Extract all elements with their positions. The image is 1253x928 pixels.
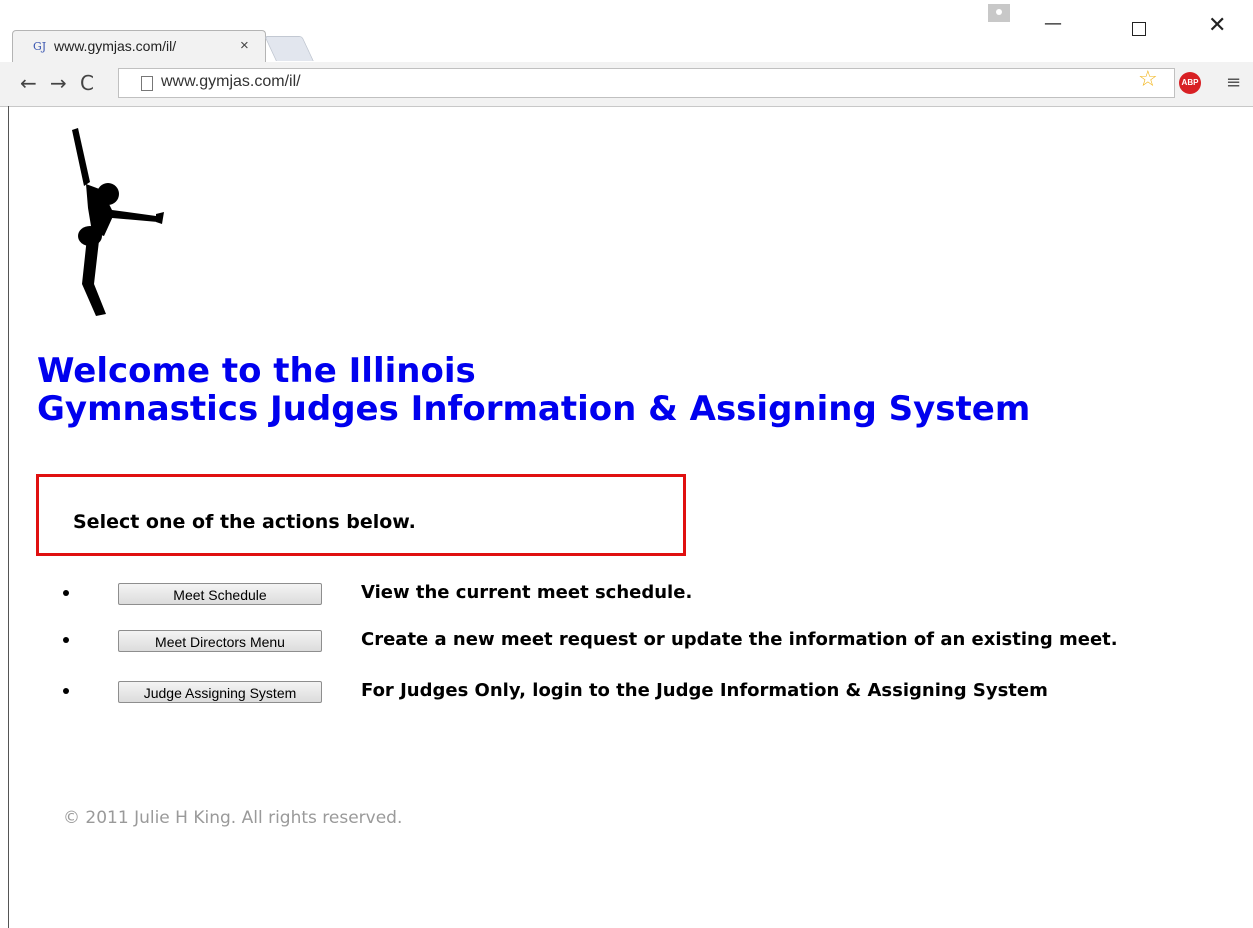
action-item-meet-directors: Meet Directors Menu Create a new meet re… — [0, 629, 1253, 667]
copyright-footer: © 2011 Julie H King. All rights reserved… — [63, 808, 403, 828]
forward-arrow-icon[interactable]: → — [50, 71, 67, 95]
adblock-plus-icon[interactable]: ABP — [1179, 72, 1201, 94]
browser-titlebar: GJ www.gymjas.com/il/ × — ✕ — [0, 0, 1253, 63]
action-description: View the current meet schedule. — [361, 582, 693, 603]
instruction-text: Select one of the actions below. — [73, 511, 416, 533]
meet-directors-menu-button[interactable]: Meet Directors Menu — [118, 630, 322, 652]
browser-tab[interactable]: GJ www.gymjas.com/il/ × — [12, 30, 266, 63]
action-description: Create a new meet request or update the … — [361, 629, 1118, 650]
judge-assigning-system-button[interactable]: Judge Assigning System — [118, 681, 322, 703]
meet-schedule-button[interactable]: Meet Schedule — [118, 583, 322, 605]
browser-toolbar: ← → C www.gymjas.com/il/ ☆ ABP ≡ — [0, 62, 1253, 107]
minimize-button[interactable]: — — [1044, 14, 1062, 34]
page-title-line1: Welcome to the Illinois — [37, 351, 476, 391]
bullet-icon — [63, 688, 69, 694]
close-window-button[interactable]: ✕ — [1208, 15, 1226, 37]
action-description: For Judges Only, login to the Judge Info… — [361, 680, 1048, 701]
address-bar[interactable]: www.gymjas.com/il/ — [118, 68, 1175, 98]
menu-icon[interactable]: ≡ — [1226, 74, 1241, 92]
action-item-judge-assigning: Judge Assigning System For Judges Only, … — [0, 680, 1253, 718]
bullet-icon — [63, 590, 69, 596]
close-tab-icon[interactable]: × — [240, 37, 249, 54]
window-edge — [8, 106, 9, 928]
page-title: Welcome to the Illinois Gymnastics Judge… — [37, 352, 1030, 428]
gymnast-logo — [72, 128, 164, 316]
favicon-icon: GJ — [33, 40, 47, 53]
tab-title: www.gymjas.com/il/ — [54, 38, 177, 54]
page-icon — [141, 76, 153, 91]
url-text[interactable]: www.gymjas.com/il/ — [161, 73, 301, 91]
page-title-line2: Gymnastics Judges Information & Assignin… — [37, 389, 1031, 429]
profile-icon[interactable] — [988, 4, 1010, 22]
instruction-box: Select one of the actions below. — [36, 474, 686, 556]
new-tab-button[interactable] — [264, 36, 314, 61]
reload-icon[interactable]: C — [80, 71, 94, 95]
action-item-meet-schedule: Meet Schedule View the current meet sche… — [0, 582, 1253, 620]
maximize-button[interactable] — [1132, 22, 1146, 36]
bookmark-star-icon[interactable]: ☆ — [1138, 69, 1158, 91]
back-arrow-icon[interactable]: ← — [20, 71, 37, 95]
bullet-icon — [63, 637, 69, 643]
